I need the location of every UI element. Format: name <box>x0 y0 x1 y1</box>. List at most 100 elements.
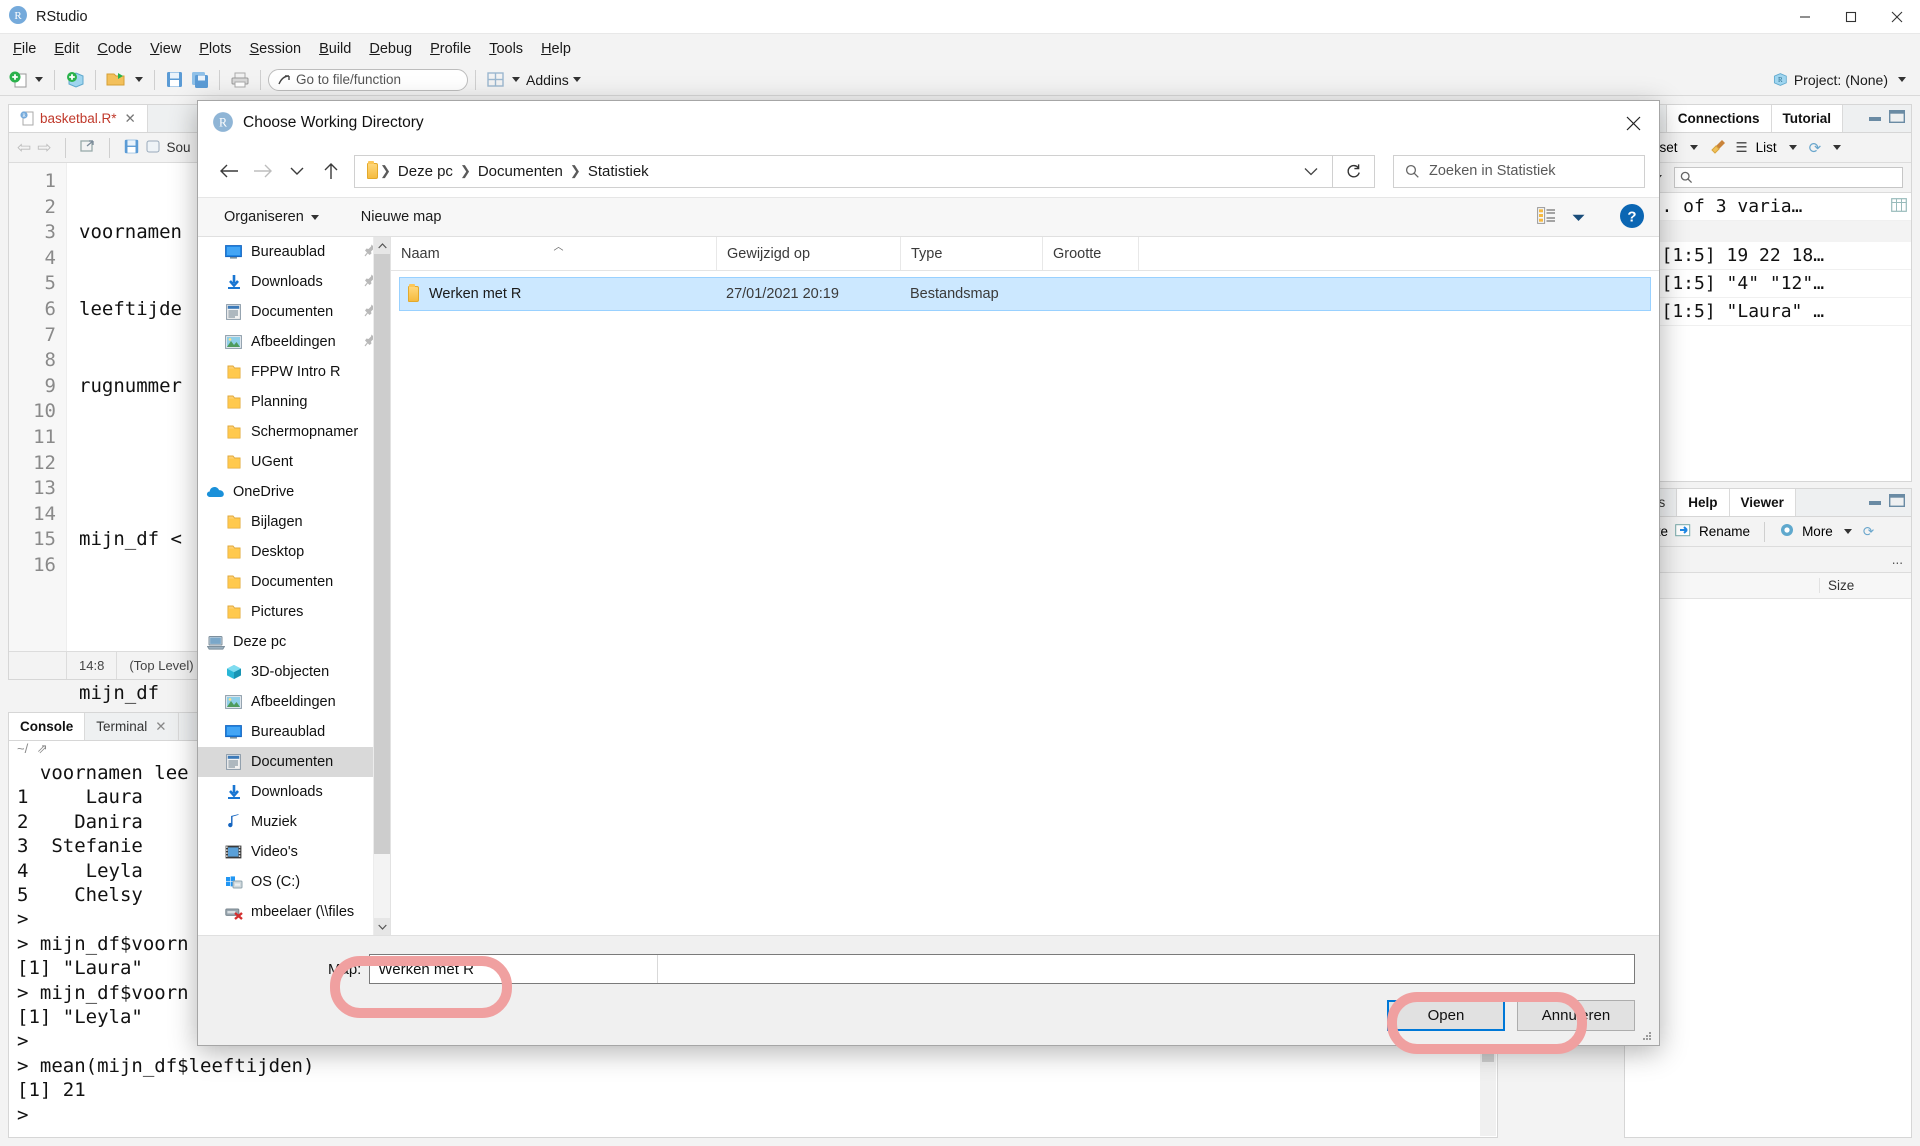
files-breadcrumb-more[interactable]: ... <box>1892 552 1903 567</box>
forward-arrow-icon[interactable]: ⇨ <box>37 138 51 158</box>
rename-button[interactable]: Rename <box>1699 524 1750 539</box>
list-caret-icon[interactable] <box>1788 145 1797 150</box>
clear-broom-icon[interactable] <box>1710 138 1728 158</box>
nav-item-fppw-intro-r[interactable]: FPPW Intro R <box>198 357 390 387</box>
organize-button[interactable]: Organiseren <box>212 209 331 225</box>
nav-item-downloads[interactable]: Downloads <box>198 267 390 297</box>
more-button[interactable]: More <box>1802 524 1833 539</box>
nav-item-afbeeldingen[interactable]: Afbeeldingen <box>198 687 390 717</box>
gear-icon[interactable] <box>1779 522 1795 541</box>
nav-item-afbeeldingen[interactable]: Afbeeldingen <box>198 327 390 357</box>
tab-help[interactable]: Help <box>1677 489 1730 516</box>
source-on-save-checkbox[interactable] <box>146 139 161 157</box>
menu-code[interactable]: Code <box>88 38 141 60</box>
minimize-pane-icon[interactable] <box>1868 110 1882 126</box>
nav-item-bureaublad[interactable]: Bureaublad <box>198 237 390 267</box>
cancel-button[interactable]: Annuleren <box>1517 1000 1635 1031</box>
nav-item-muziek[interactable]: Muziek <box>198 807 390 837</box>
tab-viewer[interactable]: Viewer <box>1729 489 1796 516</box>
tab-terminal-close-icon[interactable]: ✕ <box>155 719 166 735</box>
more-caret-icon[interactable] <box>1843 529 1852 534</box>
refresh-env-icon[interactable]: ⟳ <box>1809 139 1822 157</box>
help-icon[interactable]: ? <box>1619 203 1645 232</box>
refresh-icon[interactable] <box>1333 154 1375 188</box>
open-file-caret-icon[interactable] <box>135 77 143 82</box>
environment-row[interactable]: obs. of 3 varia… <box>1625 193 1911 221</box>
open-file-button[interactable] <box>103 68 131 92</box>
nav-item-3d-objecten[interactable]: 3D-objecten <box>198 657 390 687</box>
new-file-caret-icon[interactable] <box>35 77 43 82</box>
up-icon[interactable] <box>314 154 348 188</box>
list-view-icon[interactable]: ☰ <box>1736 140 1748 156</box>
breadcrumb-documenten[interactable]: Documenten <box>473 163 568 180</box>
tab-tutorial[interactable]: Tutorial <box>1771 105 1844 132</box>
workspace-panes-button[interactable] <box>483 68 508 92</box>
nav-item-bureaublad[interactable]: Bureaublad <box>198 717 390 747</box>
navigation-pane[interactable]: Bureaublad Downloads Documenten Afbeeldinge… <box>198 237 390 935</box>
breadcrumb-statistiek[interactable]: Statistiek <box>583 163 654 180</box>
files-row[interactable]: et R <box>1625 599 1911 659</box>
nav-item-schermopnamer[interactable]: Schermopnamer <box>198 417 390 447</box>
menu-debug[interactable]: Debug <box>360 38 421 60</box>
menu-session[interactable]: Session <box>241 38 311 60</box>
files-breadcrumb[interactable]: stiek ... <box>1625 547 1911 573</box>
back-icon[interactable] <box>212 154 246 188</box>
environment-search-input[interactable] <box>1674 167 1903 188</box>
tab-connections[interactable]: Connections <box>1666 105 1772 132</box>
addins-caret-icon[interactable] <box>572 77 581 82</box>
new-project-button[interactable] <box>62 68 88 92</box>
show-in-new-window-icon[interactable] <box>79 138 96 157</box>
view-layout-icon[interactable] <box>1537 207 1556 227</box>
refresh-caret-icon[interactable] <box>1833 145 1842 150</box>
panes-caret-icon[interactable] <box>512 77 520 82</box>
menu-view[interactable]: View <box>141 38 190 60</box>
file-list-pane[interactable]: ︿ Naam Gewijzigd op Type Grootte Werken … <box>390 237 1659 935</box>
minimize-icon[interactable] <box>1782 0 1828 34</box>
menu-build[interactable]: Build <box>310 38 360 60</box>
nav-item-desktop[interactable]: Desktop <box>198 537 390 567</box>
menu-tools[interactable]: Tools <box>480 38 532 60</box>
environment-row[interactable]: um [1:5] 19 22 18… <box>1625 242 1911 270</box>
project-selector[interactable]: R Project: (None) <box>1771 71 1910 88</box>
nav-item-documenten[interactable]: Documenten <box>198 747 390 777</box>
column-header-naam[interactable]: ︿ Naam <box>391 237 717 270</box>
column-header-gewijzigd[interactable]: Gewijzigd op <box>717 237 901 270</box>
source-tab-basketbal[interactable]: R basketbal.R* ✕ <box>9 105 148 132</box>
open-button[interactable]: Open <box>1387 1000 1505 1031</box>
view-dropdown-caret-icon[interactable] <box>1572 209 1585 225</box>
source-save-icon[interactable] <box>123 138 140 158</box>
back-arrow-icon[interactable]: ⇦ <box>17 138 31 158</box>
new-folder-button[interactable]: Nieuwe map <box>349 209 454 225</box>
goto-file-function-input[interactable]: Go to file/function <box>268 68 468 91</box>
nav-item-deze-pc[interactable]: Deze pc <box>198 627 390 657</box>
list-label[interactable]: List <box>1756 140 1777 155</box>
scroll-up-icon[interactable] <box>374 237 390 254</box>
address-bar[interactable]: ❯ Deze pc ❯ Documenten ❯ Statistiek <box>354 154 1333 188</box>
environment-row[interactable]: hr [1:5] "Laura" … <box>1625 298 1911 326</box>
file-list-row[interactable]: Werken met R 27/01/2021 20:19 Bestandsma… <box>399 277 1651 311</box>
dialog-close-icon[interactable] <box>1607 101 1659 145</box>
menu-profile[interactable]: Profile <box>421 38 480 60</box>
save-button[interactable] <box>162 68 187 92</box>
view-dataset-icon[interactable] <box>1891 196 1907 217</box>
maximize-pane-icon[interactable] <box>1888 493 1906 510</box>
code-text[interactable]: voornamen leeftijde rugnummer mijn_df < … <box>67 163 193 1088</box>
resize-grip[interactable] <box>1641 1029 1653 1041</box>
nav-item-ugent[interactable]: UGent <box>198 447 390 477</box>
addins-label[interactable]: Addins <box>526 72 569 88</box>
menu-edit[interactable]: Edit <box>45 38 88 60</box>
maximize-icon[interactable] <box>1828 0 1874 34</box>
menu-file[interactable]: File <box>4 38 45 60</box>
nav-scroll-thumb[interactable] <box>374 254 390 854</box>
new-file-button[interactable] <box>6 68 31 92</box>
menu-help[interactable]: Help <box>532 38 580 60</box>
map-input[interactable]: Werken met R <box>369 954 1635 984</box>
nav-item-downloads[interactable]: Downloads <box>198 777 390 807</box>
source-tab-close-icon[interactable]: ✕ <box>125 111 136 127</box>
refresh-files-icon[interactable]: ⟳ <box>1863 524 1874 540</box>
column-header-type[interactable]: Type <box>901 237 1043 270</box>
breadcrumb-deze-pc[interactable]: Deze pc <box>393 163 458 180</box>
nav-item-planning[interactable]: Planning <box>198 387 390 417</box>
column-header-grootte[interactable]: Grootte <box>1043 237 1139 270</box>
nav-item-documenten[interactable]: Documenten <box>198 567 390 597</box>
